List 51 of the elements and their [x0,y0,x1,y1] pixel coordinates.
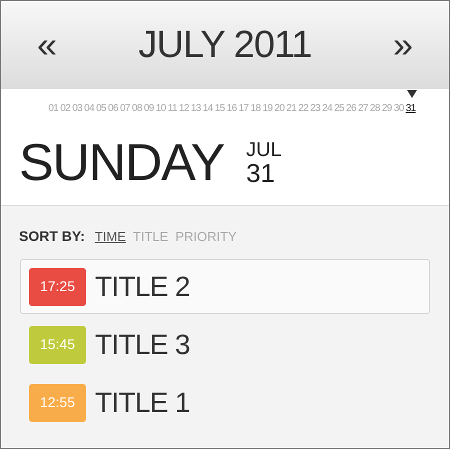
event-title: TITLE 2 [95,270,190,304]
day-link[interactable]: 14 [202,101,213,116]
date-label: 31 [246,160,276,186]
day-link[interactable]: 01 [48,101,58,116]
day-link[interactable]: 18 [250,101,260,116]
day-link[interactable]: 30 [394,101,404,116]
day-link[interactable]: 10 [156,101,166,116]
day-link[interactable]: 22 [298,101,308,116]
day-link[interactable]: 03 [72,101,82,116]
day-link[interactable]: 29 [382,101,392,116]
day-link[interactable]: 07 [120,101,130,116]
day-link[interactable]: 27 [358,101,368,116]
event-row[interactable]: 15:45 TITLE 3 [20,317,430,372]
day-link[interactable]: 09 [144,101,154,116]
next-month-button[interactable]: » [392,27,413,63]
day-link[interactable]: 21 [286,101,296,116]
weekday-heading: SUNDAY [19,137,224,189]
day-link[interactable]: 25 [334,101,344,116]
day-link[interactable]: 04 [84,101,94,116]
time-badge: 12:55 [29,384,86,422]
previous-month-button[interactable]: « [37,27,58,63]
day-link[interactable]: 11 [168,101,177,116]
day-link[interactable]: 26 [346,101,356,116]
day-link[interactable]: 05 [96,101,106,116]
day-link[interactable]: 24 [322,101,332,116]
day-link[interactable]: 28 [370,101,380,116]
day-link[interactable]: 17 [238,101,249,116]
event-row[interactable]: 12:55 TITLE 1 [20,375,430,430]
event-title: TITLE 1 [95,386,190,420]
day-link[interactable]: 15 [214,101,225,116]
day-link[interactable]: 19 [262,101,272,116]
day-link[interactable]: 02 [60,101,70,116]
event-title: TITLE 3 [95,328,190,362]
event-row[interactable]: 17:25 TITLE 2 [20,259,430,314]
sort-option[interactable]: TITLE [132,226,168,246]
day-link[interactable]: 31 [406,101,416,116]
sort-option[interactable]: PRIORITY [175,226,237,246]
day-link[interactable]: 13 [190,101,201,116]
day-link[interactable]: 20 [274,101,284,116]
day-link[interactable]: 08 [132,101,142,116]
day-link[interactable]: 06 [108,101,118,116]
time-badge: 15:45 [29,326,86,364]
day-link[interactable]: 16 [226,101,237,116]
day-link[interactable]: 23 [310,101,320,116]
sort-label: SORT BY: [19,227,85,246]
day-link[interactable]: 12 [178,101,189,116]
month-title: JULY 2011 [138,22,312,68]
sort-option[interactable]: TIME [94,226,126,246]
time-badge: 17:25 [29,268,86,306]
selected-day-pointer-icon [406,90,417,98]
month-label: JUL [246,140,282,160]
